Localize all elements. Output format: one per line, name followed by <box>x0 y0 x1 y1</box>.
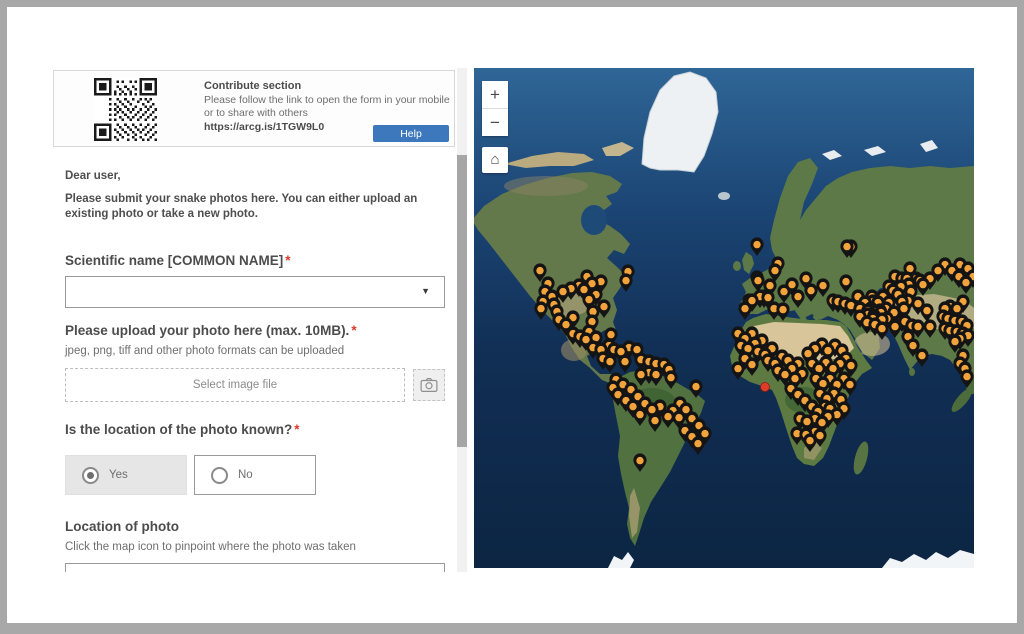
select-image-file-button[interactable]: Select image file <box>65 368 405 402</box>
scientific-name-question: Scientific name [COMMON NAME]* <box>65 253 291 268</box>
photo-location-input[interactable] <box>65 563 445 572</box>
qr-code <box>94 78 157 141</box>
photo-upload-hint: jpeg, png, tiff and other photo formats … <box>65 345 344 357</box>
radio-icon <box>82 467 99 484</box>
scientific-name-label: Scientific name [COMMON NAME] <box>65 253 283 268</box>
chevron-down-icon: ▼ <box>421 286 430 296</box>
survey-form-panel: Contribute section Please follow the lin… <box>53 70 455 572</box>
world-map-svg[interactable] <box>474 68 974 568</box>
zoom-out-button[interactable]: − <box>482 109 508 136</box>
photo-upload-question: Please upload your photo here (max. 10MB… <box>65 323 357 338</box>
help-button[interactable]: Help <box>373 125 449 142</box>
page-background: Contribute section Please follow the lin… <box>7 7 1017 623</box>
take-photo-button[interactable] <box>413 369 445 401</box>
photo-location-question: Location of photo <box>65 519 179 534</box>
required-asterisk: * <box>285 253 290 268</box>
greeting-text: Dear user, <box>65 170 121 182</box>
contribute-description: Please follow the link to open the form … <box>204 94 455 120</box>
home-icon: ⌂ <box>490 151 499 168</box>
select-image-file-label: Select image file <box>193 379 277 391</box>
radio-option-yes[interactable]: Yes <box>65 455 187 495</box>
contribute-title: Contribute section <box>204 80 455 92</box>
contribute-card: Contribute section Please follow the lin… <box>53 70 455 147</box>
radio-label: No <box>238 469 253 481</box>
photo-location-label: Location of photo <box>65 519 179 534</box>
scientific-name-select[interactable]: ▼ <box>65 276 445 308</box>
required-asterisk: * <box>294 422 299 437</box>
required-asterisk: * <box>351 323 356 338</box>
radio-icon <box>211 467 228 484</box>
map-panel[interactable]: + − ⌂ <box>474 68 974 568</box>
scrollbar-thumb[interactable] <box>457 155 467 447</box>
location-known-question: Is the location of the photo known?* <box>65 422 300 437</box>
highlight-dot[interactable] <box>761 383 770 392</box>
map-controls: + − ⌂ <box>482 81 508 173</box>
photo-location-hint: Click the map icon to pinpoint where the… <box>65 541 356 553</box>
zoom-in-button[interactable]: + <box>482 81 508 108</box>
camera-icon <box>420 377 438 393</box>
intro-message: Please submit your snake photos here. Yo… <box>65 192 455 222</box>
photo-upload-label: Please upload your photo here (max. 10MB… <box>65 323 349 338</box>
home-button[interactable]: ⌂ <box>482 147 508 173</box>
form-scrollbar[interactable] <box>457 68 467 572</box>
location-known-label: Is the location of the photo known? <box>65 422 292 437</box>
app-window: Contribute section Please follow the lin… <box>0 0 1024 634</box>
radio-option-no[interactable]: No <box>194 455 316 495</box>
radio-label: Yes <box>109 469 128 481</box>
